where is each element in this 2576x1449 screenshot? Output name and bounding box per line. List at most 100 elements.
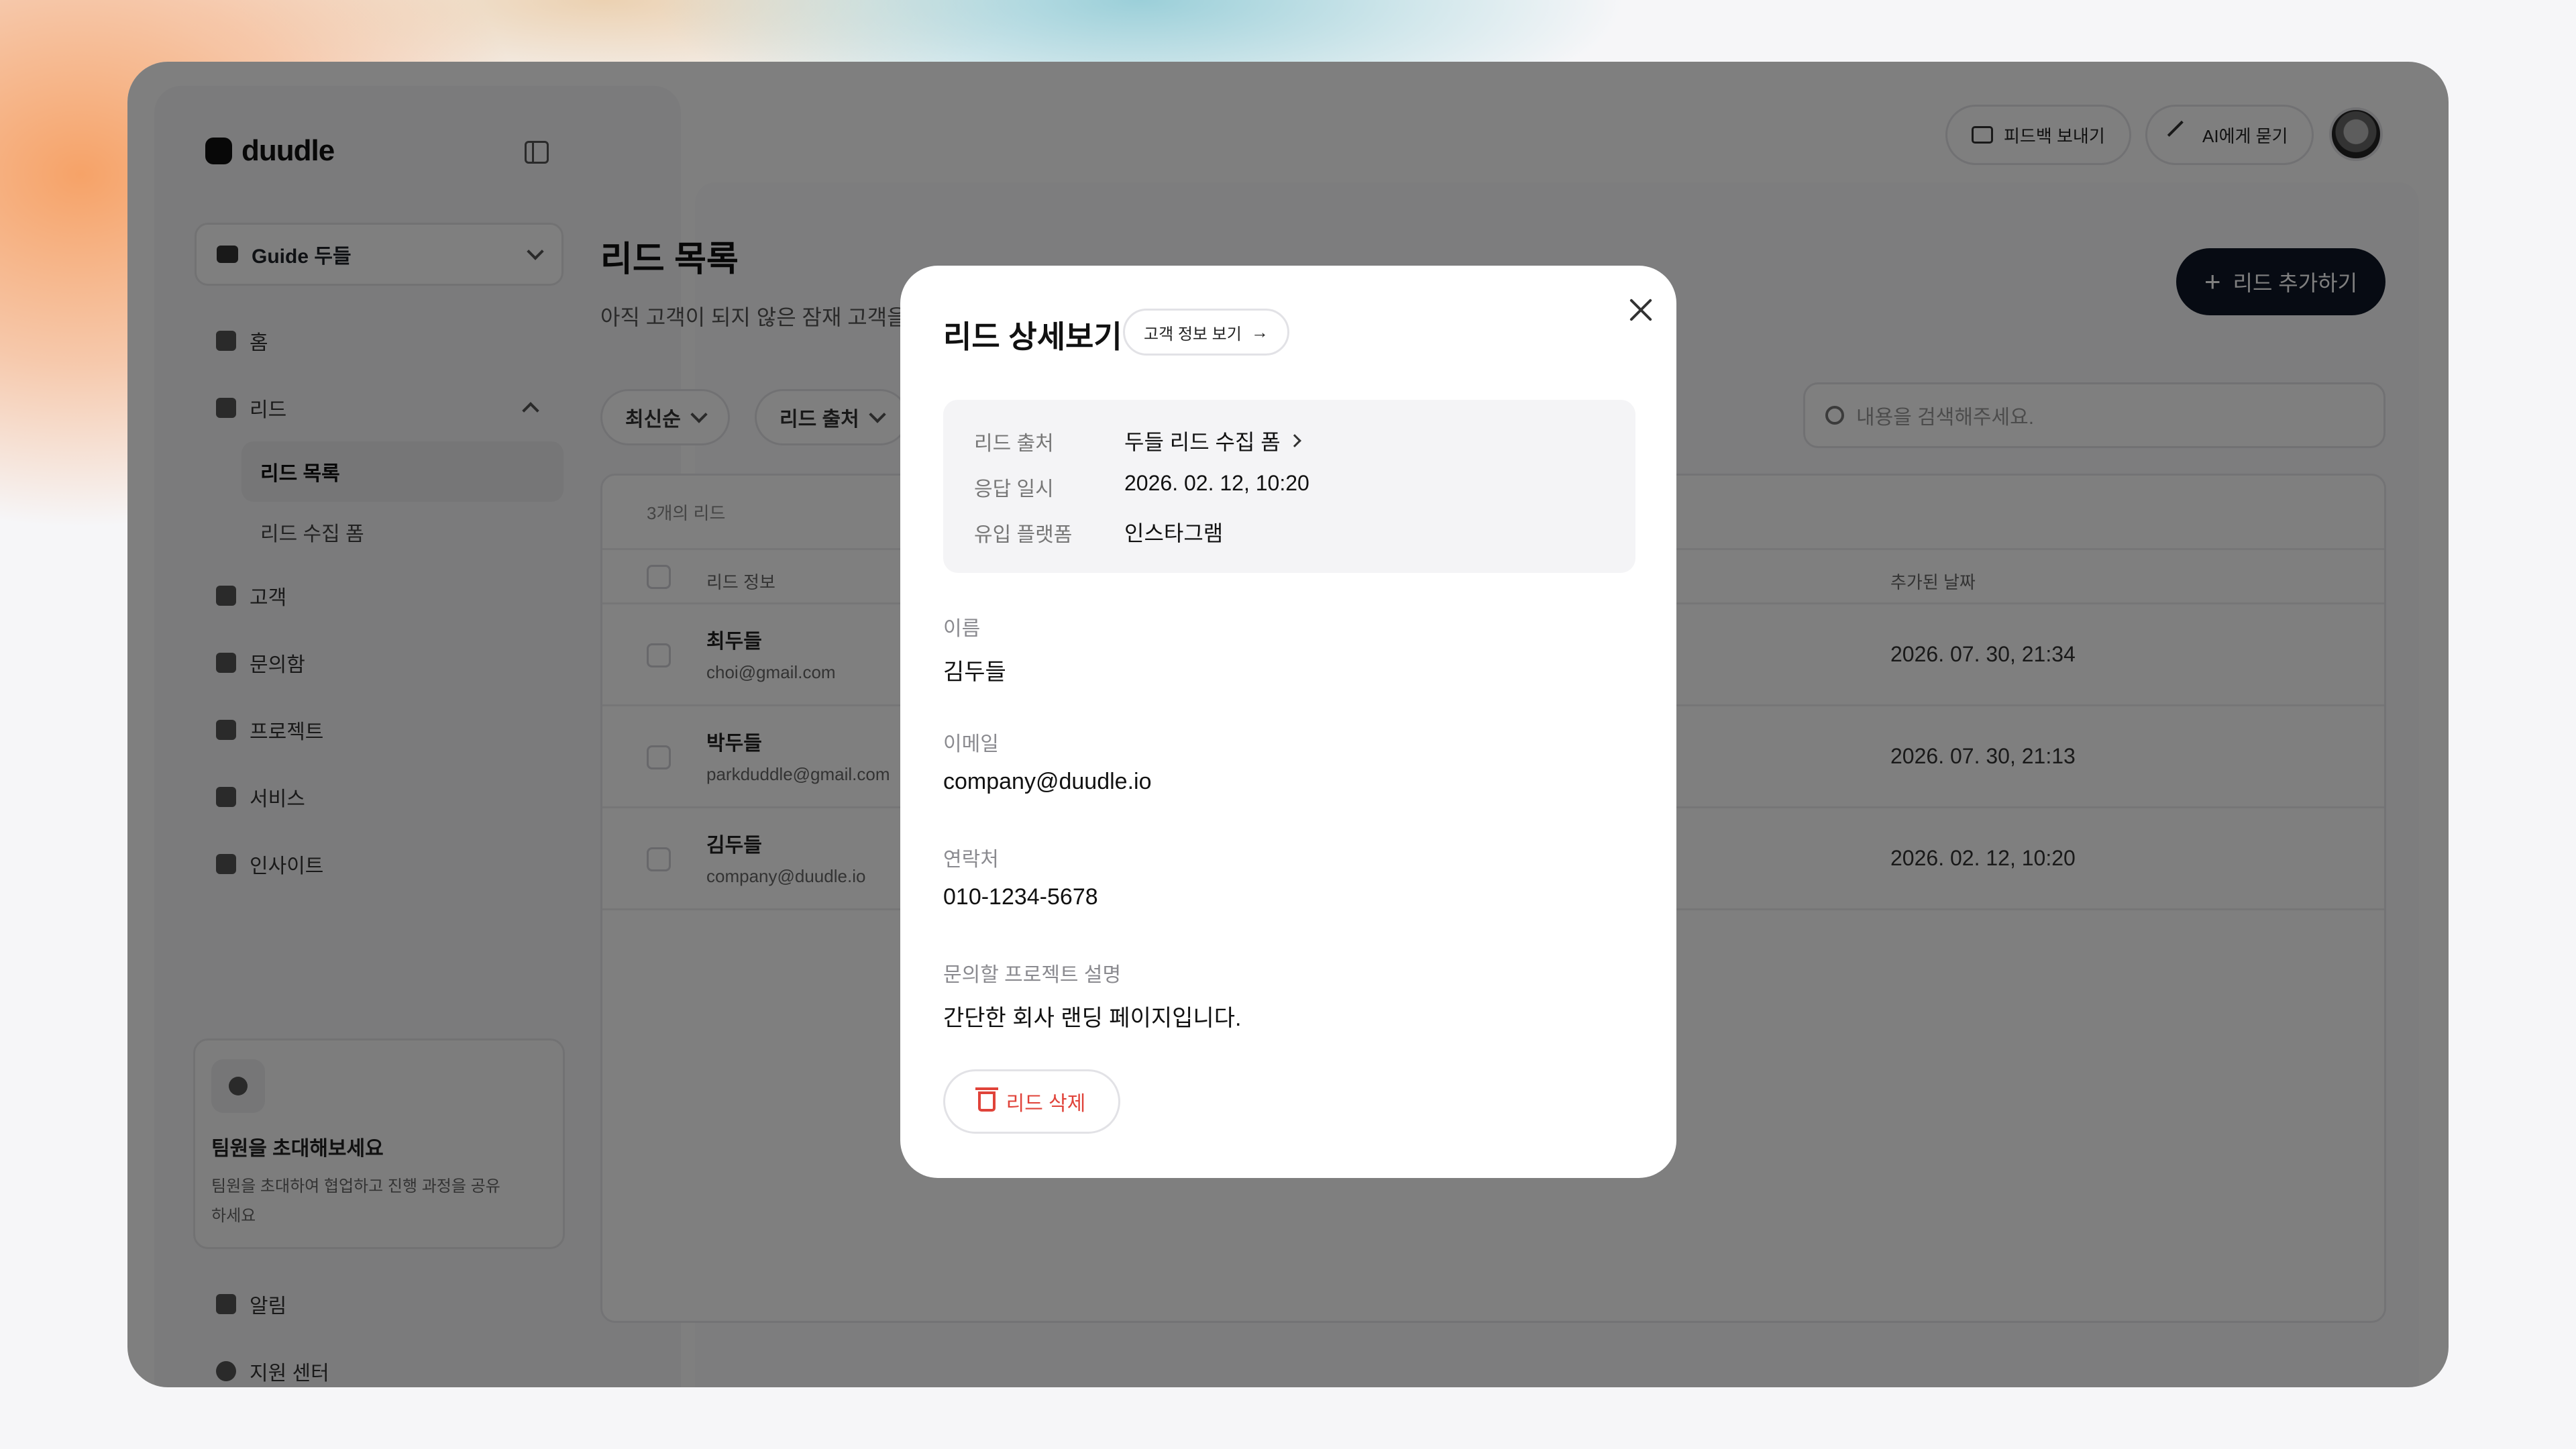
invite-description: 팀원을 초대하여 협업하고 진행 과정을 공유하세요: [211, 1177, 500, 1225]
sidebar-item-inbox[interactable]: 문의함: [195, 629, 564, 696]
chevron-right-icon: [1287, 434, 1301, 447]
phone-label: 연락처: [943, 849, 999, 871]
sidebar-item-support[interactable]: 지원 센터: [195, 1338, 564, 1387]
inbox-icon: [216, 653, 236, 673]
logo[interactable]: duudle: [205, 134, 335, 168]
plus-icon: +: [2204, 266, 2221, 297]
add-lead-button[interactable]: + 리드 추가하기: [2176, 248, 2385, 315]
bell-icon: [216, 1294, 236, 1314]
page-title: 리드 목록: [600, 240, 739, 279]
logo-mark-icon: [205, 138, 232, 164]
chevron-down-icon: [527, 243, 544, 260]
source-value: 두들 리드 수집 폼: [1124, 430, 1281, 454]
ask-ai-label: AI에게 묻기: [2202, 125, 2288, 146]
modal-title: 리드 상세보기: [943, 319, 1122, 354]
lead-email: company@duudle.io: [706, 866, 866, 886]
feedback-label: 피드백 보내기: [2004, 125, 2105, 146]
lead-date: 2026. 02. 12, 10:20: [1890, 846, 2076, 870]
feedback-button[interactable]: 피드백 보내기: [1945, 105, 2131, 165]
response-time-label: 응답 일시: [974, 478, 1054, 500]
name-value: 김두들: [943, 659, 1006, 685]
lead-name: 박두들: [706, 733, 762, 755]
row-checkbox[interactable]: [647, 847, 671, 871]
leads-icon: [216, 398, 236, 418]
source-label: 리드 출처: [974, 433, 1054, 455]
workspace-label: Guide 두들: [252, 246, 352, 268]
lead-date: 2026. 07. 30, 21:34: [1890, 642, 2076, 666]
sidebar-item-lead-list[interactable]: 리드 목록: [241, 441, 564, 502]
invite-title: 팀원을 초대해보세요: [211, 1138, 384, 1160]
delete-lead-label: 리드 삭제: [1006, 1093, 1086, 1115]
sidebar-item-label: 홈: [250, 332, 268, 354]
chevron-up-icon[interactable]: [522, 402, 539, 419]
sidebar-item-label: 문의함: [250, 654, 305, 676]
sidebar-item-customers[interactable]: 고객: [195, 562, 564, 629]
lead-email: parkduddle@gmail.com: [706, 764, 890, 784]
sort-dropdown[interactable]: 최신순: [600, 389, 730, 445]
chevron-down-icon: [869, 406, 886, 423]
lead-info-box: 리드 출처 두들 리드 수집 폼 응답 일시 2026. 02. 12, 10:…: [943, 400, 1635, 573]
email-value: company@duudle.io: [943, 769, 1152, 794]
source-filter-dropdown[interactable]: 리드 출처: [755, 389, 908, 445]
close-icon[interactable]: [1625, 294, 1657, 326]
sidebar-item-label: 고객: [250, 587, 287, 609]
sidebar-item-leads[interactable]: 리드: [195, 374, 564, 441]
select-all-checkbox[interactable]: [647, 565, 671, 589]
sort-label: 최신순: [625, 409, 681, 431]
sidebar-item-label: 알림: [250, 1295, 287, 1318]
sidebar-item-label: 인사이트: [250, 855, 324, 877]
workspace-icon: [217, 246, 238, 263]
project-description-value: 간단한 회사 랜딩 페이지입니다.: [943, 1006, 1242, 1031]
sidebar-item-home[interactable]: 홈: [195, 307, 564, 374]
delete-lead-button[interactable]: 리드 삭제: [943, 1069, 1120, 1134]
lead-date: 2026. 07. 30, 21:13: [1890, 744, 2076, 768]
page-subtitle: 아직 고객이 되지 않은 잠재 고객을: [600, 305, 907, 329]
sidebar-item-lead-form[interactable]: 리드 수집 폼: [241, 502, 564, 562]
view-customer-button[interactable]: 고객 정보 보기 →: [1123, 309, 1289, 356]
logo-text: duudle: [241, 134, 335, 167]
search-field[interactable]: 내용을 검색해주세요.: [1803, 382, 2385, 448]
bar-chart-icon: [216, 854, 236, 874]
invite-card[interactable]: 팀원을 초대해보세요 팀원을 초대하여 협업하고 진행 과정을 공유하세요: [193, 1038, 565, 1249]
column-header-date: 추가된 날짜: [1890, 572, 1976, 592]
lead-name: 최두들: [706, 631, 762, 653]
source-link[interactable]: 두들 리드 수집 폼: [1124, 425, 1301, 456]
sidebar-item-label: 지원 센터: [250, 1362, 329, 1385]
avatar[interactable]: [2329, 107, 2383, 161]
chevron-down-icon: [690, 406, 708, 423]
sidebar-item-label: 프로젝트: [250, 721, 324, 743]
sidebar-toggle-icon[interactable]: [525, 141, 549, 164]
sidebar-item-projects[interactable]: 프로젝트: [195, 696, 564, 763]
search-icon: [1825, 406, 1844, 425]
lead-count: 3개의 리드: [647, 503, 726, 523]
row-checkbox[interactable]: [647, 745, 671, 769]
lead-name: 김두들: [706, 835, 762, 857]
platform-label: 유입 플랫폼: [974, 524, 1073, 546]
sidebar-item-services[interactable]: 서비스: [195, 763, 564, 830]
sidebar-item-alerts[interactable]: 알림: [195, 1271, 564, 1338]
phone-value: 010-1234-5678: [943, 884, 1098, 910]
add-lead-label: 리드 추가하기: [2233, 271, 2358, 295]
lead-detail-modal: 리드 상세보기 고객 정보 보기 → 리드 출처 두들 리드 수집 폼 응답 일…: [900, 266, 1676, 1178]
search-placeholder: 내용을 검색해주세요.: [1856, 407, 2035, 429]
sidebar-item-label: 서비스: [250, 788, 305, 810]
project-description-label: 문의할 프로젝트 설명: [943, 964, 1122, 986]
view-customer-label: 고객 정보 보기: [1144, 325, 1242, 343]
row-checkbox[interactable]: [647, 643, 671, 667]
workspace-selector[interactable]: Guide 두들: [195, 223, 564, 286]
lead-email: choi@gmail.com: [706, 662, 836, 682]
folder-icon: [216, 720, 236, 740]
column-header-info: 리드 정보: [706, 572, 775, 592]
sidebar-item-insights[interactable]: 인사이트: [195, 830, 564, 898]
platform-value: 인스타그램: [1124, 521, 1224, 545]
ask-ai-button[interactable]: AI에게 묻기: [2145, 105, 2314, 165]
briefcase-icon: [216, 787, 236, 807]
sidebar-nav: 홈 리드 리드 목록 리드 수집 폼 고객 문의함 프로젝트 서비스 인사이트: [195, 307, 564, 898]
name-label: 이름: [943, 618, 981, 640]
email-label: 이메일: [943, 733, 999, 755]
sidebar-item-label: 리드: [250, 399, 287, 421]
help-icon: [216, 1361, 236, 1381]
trash-icon: [975, 1087, 998, 1112]
response-time-value: 2026. 02. 12, 10:20: [1124, 471, 1309, 495]
magic-wand-icon: [2167, 120, 2196, 150]
